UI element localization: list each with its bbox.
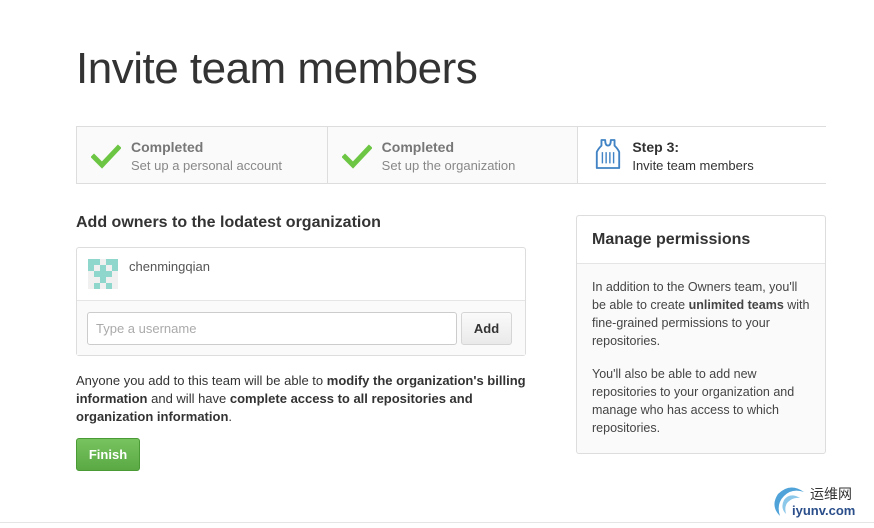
page-title: Invite team members xyxy=(76,44,478,93)
permissions-bold: unlimited teams xyxy=(688,298,784,312)
notice-text: and will have xyxy=(147,391,230,406)
permissions-header: Manage permissions xyxy=(577,216,825,264)
owners-heading: Add owners to the lodatest organization xyxy=(76,214,381,231)
permissions-paragraph: You'll also be able to add new repositor… xyxy=(592,367,795,435)
watermark-cn: 运维网 xyxy=(810,486,852,502)
add-member-row: Add xyxy=(77,301,525,355)
step-3: Step 3: Invite team members xyxy=(578,127,827,183)
step-title: Completed xyxy=(381,139,455,155)
username-input[interactable] xyxy=(87,312,457,345)
jersey-icon xyxy=(596,139,621,169)
permissions-title: Manage permissions xyxy=(592,231,751,248)
step-1: Completed Set up a personal account xyxy=(77,127,328,183)
member-username: chenmingqian xyxy=(129,259,210,274)
step-description: Set up the organization xyxy=(381,158,516,173)
notice-text: Anyone you add to this team will be able… xyxy=(76,373,327,388)
finish-button[interactable]: Finish xyxy=(76,438,140,471)
permissions-body: In addition to the Owners team, you'll b… xyxy=(577,264,825,437)
step-description: Invite team members xyxy=(632,158,754,173)
watermark: 运维网 iyunv.com xyxy=(770,482,870,522)
permissions-paragraph: In addition to the Owners team, you'll b… xyxy=(592,278,810,350)
step-2: Completed Set up the organization xyxy=(328,127,579,183)
step-title: Completed xyxy=(131,139,204,155)
avatar xyxy=(88,259,118,289)
watermark-url: iyunv.com xyxy=(792,503,856,518)
access-notice: Anyone you add to this team will be able… xyxy=(76,372,536,426)
owners-box: chenmingqian Add xyxy=(76,247,526,356)
permissions-panel: Manage permissions In addition to the Ow… xyxy=(576,215,826,454)
check-icon xyxy=(91,144,121,169)
check-icon xyxy=(341,144,372,169)
add-button[interactable]: Add xyxy=(461,312,512,345)
member-row: chenmingqian xyxy=(77,248,525,301)
step-description: Set up a personal account xyxy=(131,158,283,173)
progress-steps: Completed Set up a personal account Comp… xyxy=(76,126,827,184)
notice-text: . xyxy=(228,409,233,424)
divider xyxy=(0,522,874,523)
step-title: Step 3: xyxy=(632,139,680,155)
